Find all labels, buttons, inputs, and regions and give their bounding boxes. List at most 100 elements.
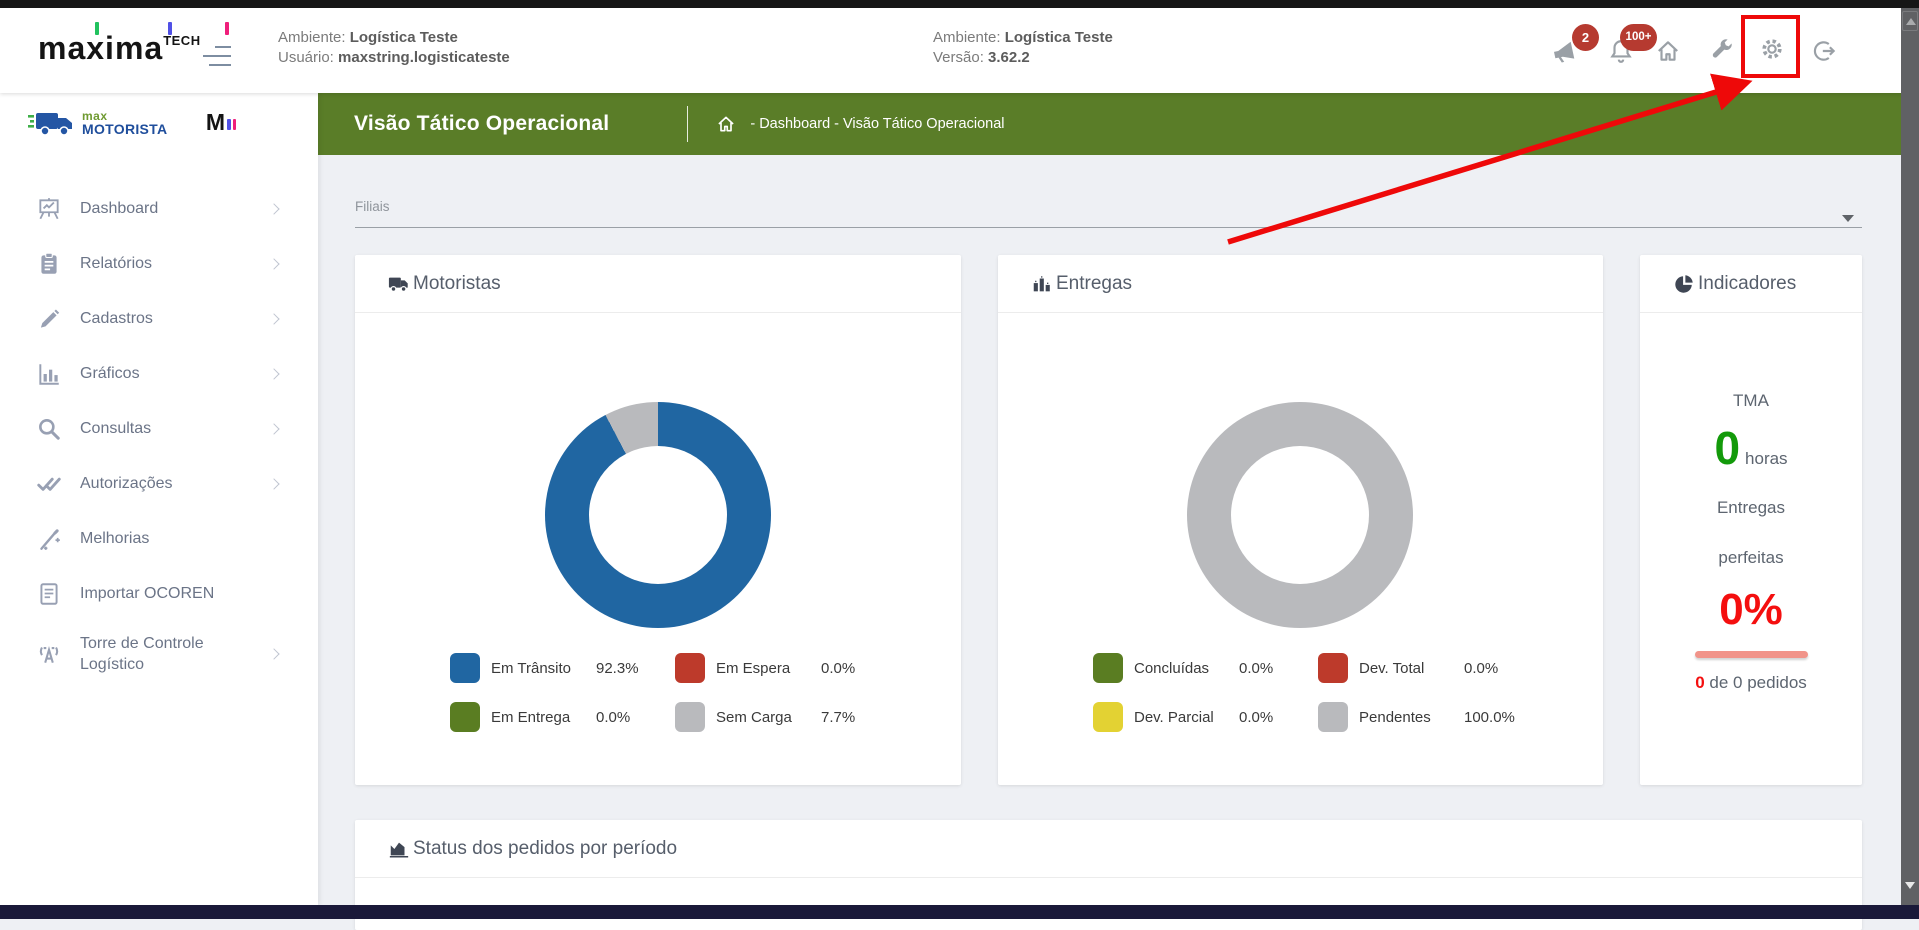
window-top-strip bbox=[0, 0, 1919, 8]
legend-swatch bbox=[1093, 653, 1123, 683]
chevron-right-icon bbox=[268, 367, 280, 380]
wrench-icon[interactable] bbox=[1709, 37, 1735, 63]
chevron-right-icon bbox=[268, 477, 280, 490]
sidebar-label: Importar OCOREN bbox=[80, 585, 215, 602]
sidebar-label: Melhorias bbox=[80, 530, 150, 547]
versao-label: Versão: bbox=[933, 49, 984, 66]
tma-label: TMA bbox=[1733, 391, 1769, 410]
legend-item: Em Entrega 0.0% bbox=[450, 702, 675, 732]
entregas-perfeitas-line2: perfeitas bbox=[1718, 548, 1784, 567]
pencil-icon bbox=[40, 308, 60, 328]
indicadores-card-header: Indicadores bbox=[1640, 255, 1862, 313]
pedidos-footer: 0 de 0 pedidos bbox=[1640, 673, 1862, 693]
donut-hole bbox=[589, 446, 727, 584]
usuario-value: maxstring.logisticateste bbox=[338, 49, 510, 66]
ambiente-label: Ambiente: bbox=[278, 29, 346, 46]
sidebar-label: Cadastros bbox=[80, 310, 153, 327]
mini-logo: M bbox=[206, 109, 236, 136]
filiais-label: Filiais bbox=[355, 199, 390, 214]
alerts-badge: 2 bbox=[1572, 24, 1599, 51]
sidebar-item-dashboard[interactable]: Dashboard bbox=[0, 181, 318, 236]
legend-value: 7.7% bbox=[821, 708, 856, 726]
percent-progress-bar bbox=[1695, 651, 1808, 658]
app-header: maximaTECH Ambiente: Logística Teste Usu… bbox=[0, 8, 1919, 93]
sidebar-item-melhorias[interactable]: Melhorias bbox=[0, 511, 318, 566]
home-icon[interactable] bbox=[1655, 38, 1681, 64]
donut-hole bbox=[1231, 446, 1369, 584]
chevron-right-icon bbox=[268, 257, 280, 270]
motoristas-donut-chart bbox=[545, 402, 771, 628]
dropdown-caret-icon[interactable] bbox=[1842, 215, 1854, 222]
brand-sub: TECH bbox=[163, 33, 201, 48]
chevron-right-icon bbox=[268, 648, 280, 660]
sidebar-item-autorizacoes[interactable]: Autorizações bbox=[0, 456, 318, 511]
chevron-right-icon bbox=[268, 312, 280, 325]
scroll-down-arrow-icon bbox=[1905, 882, 1915, 889]
legend-swatch bbox=[1318, 702, 1348, 732]
entregas-title: Entregas bbox=[1056, 272, 1133, 294]
legend-item: Sem Carga 7.7% bbox=[675, 702, 900, 732]
tma-unit: horas bbox=[1745, 449, 1788, 468]
entregas-donut-chart bbox=[1187, 402, 1413, 628]
vertical-scrollbar[interactable] bbox=[1901, 8, 1919, 905]
mini-logo-m: M bbox=[205, 109, 225, 135]
legend-swatch bbox=[675, 653, 705, 683]
breadcrumb-home-icon[interactable] bbox=[716, 114, 736, 134]
sidebar-item-importar-ocoren[interactable]: Importar OCOREN bbox=[0, 566, 318, 621]
legend-value: 0.0% bbox=[596, 708, 631, 726]
ambiente2-label: Ambiente: bbox=[933, 29, 1001, 46]
page-title: Visão Tático Operacional bbox=[354, 112, 610, 135]
logout-icon[interactable] bbox=[1812, 38, 1838, 64]
search-icon bbox=[39, 418, 60, 440]
sidebar: max MOTORISTA M Dashboard Relatórios Cad… bbox=[0, 93, 318, 905]
legend-label: Em Entrega bbox=[491, 708, 571, 726]
sidebar-item-cadastros[interactable]: Cadastros bbox=[0, 291, 318, 346]
magic-wand-icon bbox=[40, 528, 60, 550]
pedidos-text: de 0 pedidos bbox=[1704, 673, 1807, 692]
chevron-right-icon bbox=[268, 422, 280, 435]
sidebar-label: Relatórios bbox=[80, 255, 153, 272]
legend-item: Dev. Parcial 0.0% bbox=[1093, 702, 1318, 732]
legend-item: Dev. Total 0.0% bbox=[1318, 653, 1543, 683]
motoristas-legend: Em Trânsito 92.3% Em Espera 0.0% Em Entr… bbox=[450, 653, 890, 732]
legend-swatch bbox=[1093, 702, 1123, 732]
chevron-right-icon bbox=[268, 202, 280, 215]
hamburger-menu-icon[interactable] bbox=[203, 46, 231, 73]
legend-label: Pendentes bbox=[1359, 708, 1431, 726]
logo-motorista-text: MOTORISTA bbox=[82, 121, 168, 137]
scroll-down-button[interactable] bbox=[1902, 876, 1918, 896]
window-bottom-strip bbox=[0, 905, 1919, 919]
sidebar-menu: Dashboard Relatórios Cadastros Gráficos … bbox=[0, 181, 318, 687]
tma-value: 0 bbox=[1714, 422, 1741, 474]
page-titlebar: Visão Tático Operacional - Dashboard - V… bbox=[318, 93, 1901, 155]
sidebar-item-torre-controle[interactable]: Torre de Controle Logístico bbox=[0, 621, 318, 687]
annotation-highlight-box bbox=[1741, 15, 1800, 78]
legend-swatch bbox=[675, 702, 705, 732]
legend-item: Concluídas 0.0% bbox=[1093, 653, 1318, 683]
scroll-up-button[interactable] bbox=[1902, 11, 1918, 31]
motoristas-title: Motoristas bbox=[413, 272, 501, 294]
status-card-header: Status dos pedidos por período bbox=[355, 820, 1862, 878]
motoristas-card: Motoristas Em Trânsito 92.3% Em Espera 0… bbox=[355, 255, 961, 785]
entregas-legend: Concluídas 0.0% Dev. Total 0.0% Dev. Par… bbox=[1093, 653, 1533, 732]
legend-value: 0.0% bbox=[1239, 708, 1274, 726]
ambiente2-value: Logística Teste bbox=[1004, 29, 1113, 46]
deliveries-bars-icon bbox=[1033, 275, 1050, 291]
sidebar-label: Autorizações bbox=[80, 475, 173, 492]
sidebar-item-graficos[interactable]: Gráficos bbox=[0, 346, 318, 401]
sidebar-item-consultas[interactable]: Consultas bbox=[0, 401, 318, 456]
sidebar-item-relatorios[interactable]: Relatórios bbox=[0, 236, 318, 291]
bar-chart-icon bbox=[39, 363, 59, 385]
logo-green-tick bbox=[95, 22, 99, 35]
legend-swatch bbox=[450, 702, 480, 732]
legend-item: Pendentes 100.0% bbox=[1318, 702, 1543, 732]
document-icon bbox=[40, 582, 58, 605]
sidebar-label: Torre de Controle Logístico bbox=[80, 635, 204, 673]
entregas-card-header: Entregas bbox=[998, 255, 1603, 313]
filiais-select[interactable]: Filiais bbox=[355, 199, 1862, 228]
legend-value: 92.3% bbox=[596, 659, 639, 677]
environment-info: Ambiente: Logística Teste Usuário: maxst… bbox=[278, 28, 510, 68]
version-info: Ambiente: Logística Teste Versão: 3.62.2 bbox=[933, 28, 1113, 68]
ambiente-value: Logística Teste bbox=[349, 29, 458, 46]
pie-chart-icon bbox=[1675, 274, 1693, 293]
